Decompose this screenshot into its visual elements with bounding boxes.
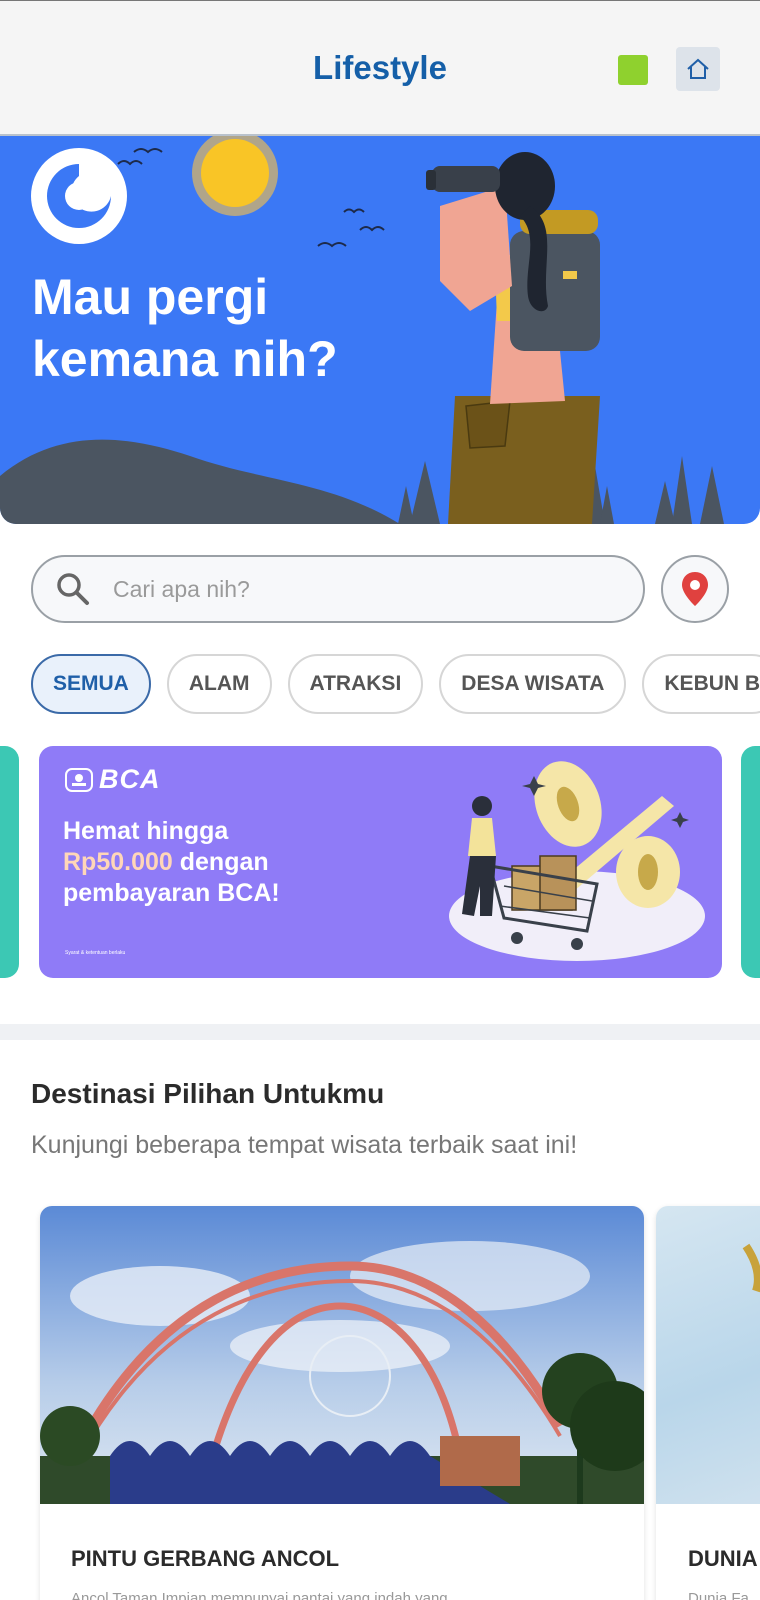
section-title: Destinasi Pilihan Untukmu <box>31 1078 385 1109</box>
promo-line-1: Hemat hingga <box>63 817 229 845</box>
location-button[interactable] <box>661 555 729 623</box>
search-placeholder: Cari apa nih? <box>113 575 250 602</box>
hero-title: Mau pergi kemana nih? <box>32 269 338 387</box>
promo-amount: Rp50.000 <box>63 848 173 876</box>
previous-promo-card[interactable] <box>0 746 19 978</box>
promo-line-2: dengan <box>172 848 269 876</box>
destination-image <box>40 1206 644 1504</box>
search-icon <box>57 573 89 605</box>
app-logo-icon <box>31 148 127 244</box>
location-pin-icon <box>682 572 708 606</box>
promo-fineprint: Syarat & ketentuan berlaku <box>65 950 126 956</box>
home-icon <box>687 58 709 79</box>
destination-description: Dunia Fa <box>688 1590 749 1600</box>
chip-kebun[interactable]: KEBUN B <box>642 654 760 714</box>
bca-logo-icon <box>65 767 93 792</box>
chip-alam[interactable]: ALAM <box>166 654 272 714</box>
promo-brand-name: BCA <box>99 764 161 794</box>
app-header: Lifestyle <box>0 0 760 136</box>
chip-semua[interactable]: SEMUA <box>31 654 151 714</box>
status-indicator[interactable] <box>618 55 648 85</box>
destination-card[interactable]: PINTU GERBANG ANCOL Ancol Taman Impian m… <box>40 1206 644 1600</box>
chip-desa-wisata[interactable]: DESA WISATA <box>439 654 627 714</box>
promo-headline: Hemat hingga Rp50.000 dengan pembayaran … <box>63 816 383 909</box>
home-button[interactable] <box>676 47 720 91</box>
destination-card[interactable]: DUNIA F Dunia Fa <box>656 1206 760 1600</box>
category-filter-bar: SEMUA ALAM ATRAKSI DESA WISATA KEBUN B <box>31 654 760 716</box>
shopping-illustration <box>449 761 705 961</box>
destination-image <box>656 1206 760 1504</box>
chip-atraksi[interactable]: ATRAKSI <box>287 654 424 714</box>
destination-title: DUNIA F <box>688 1546 760 1571</box>
promo-banner[interactable]: BCA Hemat hingga Rp50.000 dengan pembaya… <box>39 746 722 978</box>
section-divider <box>0 1024 760 1040</box>
promo-brand: BCA <box>65 764 161 795</box>
destination-description: Ancol Taman Impian mempunyai pantai yang… <box>71 1590 448 1600</box>
section-subtitle: Kunjungi beberapa tempat wisata terbaik … <box>31 1131 578 1159</box>
destination-title: PINTU GERBANG ANCOL <box>71 1546 340 1571</box>
next-promo-card[interactable] <box>741 746 760 978</box>
promo-line-3: pembayaran BCA! <box>63 879 280 907</box>
search-input[interactable]: Cari apa nih? <box>31 555 645 623</box>
hero-banner: Mau pergi kemana nih? <box>0 136 760 524</box>
